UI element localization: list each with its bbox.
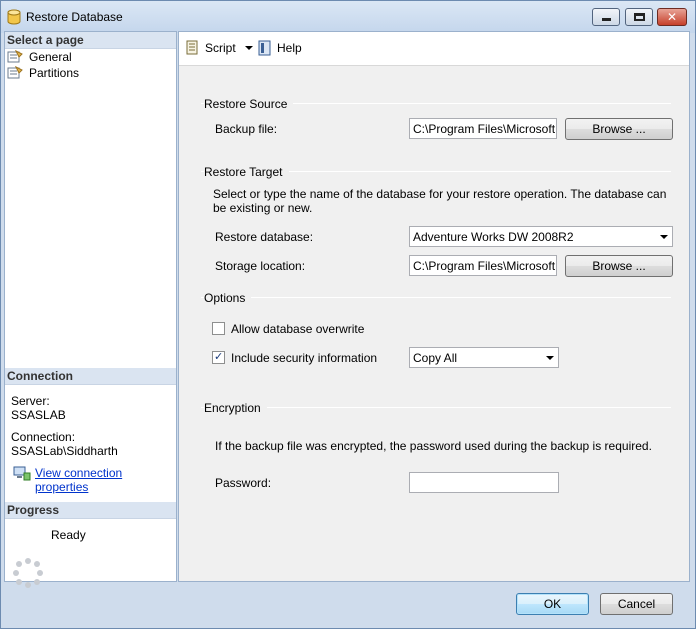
allow-overwrite-checkbox[interactable] <box>212 322 225 335</box>
connection-label: Connection: <box>11 430 76 444</box>
restore-database-combo[interactable]: Adventure Works DW 2008R2 <box>409 226 673 247</box>
window-title: Restore Database <box>26 10 123 24</box>
storage-location-browse-button[interactable]: Browse ... <box>565 255 673 277</box>
page-item-label: General <box>29 50 72 64</box>
encryption-divider <box>201 407 671 408</box>
dropdown-arrow-icon[interactable] <box>660 235 668 239</box>
server-value: SSASLAB <box>11 408 66 422</box>
page-icon <box>7 66 23 79</box>
main-pane: Script Help Restore Source Backup file: … <box>178 31 690 582</box>
progress-spinner-icon <box>13 558 43 588</box>
select-page-header: Select a page <box>5 32 176 49</box>
restore-database-dialog: Restore Database ✕ Select a page General… <box>0 0 696 629</box>
password-label: Password: <box>215 476 272 490</box>
progress-status: Ready <box>51 528 86 542</box>
database-icon <box>7 9 21 25</box>
security-mode-combo[interactable]: Copy All <box>409 347 559 368</box>
close-icon: ✕ <box>666 10 678 24</box>
left-pane: Select a page General Partitions Connect… <box>4 31 177 588</box>
script-icon <box>186 40 198 55</box>
ok-button[interactable]: OK <box>516 593 589 615</box>
script-button[interactable]: Script <box>185 39 253 57</box>
password-input[interactable] <box>409 472 559 493</box>
page-item-label: Partitions <box>29 66 80 80</box>
checkmark-icon: ✓ <box>214 351 224 363</box>
script-label: Script <box>205 41 236 55</box>
include-security-label[interactable]: Include security information <box>231 351 377 365</box>
progress-header: Progress <box>5 502 176 519</box>
encryption-description: If the backup file was encrypted, the pa… <box>215 439 652 453</box>
backup-file-label: Backup file: <box>215 122 278 136</box>
chevron-down-icon[interactable] <box>244 46 253 50</box>
connection-value: SSASLab\Siddharth <box>11 444 118 458</box>
server-label: Server: <box>11 394 50 408</box>
page-icon <box>7 50 23 63</box>
connection-properties-icon <box>13 466 31 481</box>
toolbar: Script Help <box>179 32 689 66</box>
backup-file-input[interactable]: C:\Program Files\Microsoft SQ <box>409 118 557 139</box>
dropdown-arrow-icon[interactable] <box>546 356 554 360</box>
include-security-checkbox[interactable]: ✓ <box>212 351 225 364</box>
cancel-button[interactable]: Cancel <box>600 593 673 615</box>
restore-target-group-label: Restore Target <box>204 165 289 179</box>
encryption-group-label: Encryption <box>204 401 267 415</box>
view-connection-properties-link[interactable]: View connection properties <box>35 466 176 494</box>
status-strip <box>1 619 695 628</box>
storage-location-input[interactable]: C:\Program Files\Microsoft SQ <box>409 255 557 276</box>
connection-header: Connection <box>5 368 176 385</box>
restore-database-value: Adventure Works DW 2008R2 <box>413 230 574 244</box>
storage-location-label: Storage location: <box>215 259 306 273</box>
minimize-icon <box>602 18 611 21</box>
security-mode-value: Copy All <box>413 351 458 365</box>
page-item-general[interactable]: General <box>7 49 72 65</box>
close-button[interactable]: ✕ <box>657 8 687 26</box>
maximize-icon <box>634 13 645 21</box>
backup-file-browse-button[interactable]: Browse ... <box>565 118 673 140</box>
restore-source-group-label: Restore Source <box>204 97 294 111</box>
restore-target-description: Select or type the name of the database … <box>213 187 667 215</box>
help-label: Help <box>277 41 302 55</box>
allow-overwrite-label[interactable]: Allow database overwrite <box>231 322 364 336</box>
minimize-button[interactable] <box>592 8 620 26</box>
title-bar[interactable]: Restore Database ✕ <box>1 1 695 33</box>
help-icon <box>258 40 271 56</box>
options-group-label: Options <box>204 291 252 305</box>
restore-database-label: Restore database: <box>215 230 314 244</box>
maximize-button[interactable] <box>625 8 653 26</box>
help-button[interactable]: Help <box>257 39 302 57</box>
page-item-partitions[interactable]: Partitions <box>7 65 79 81</box>
options-divider <box>201 297 671 298</box>
